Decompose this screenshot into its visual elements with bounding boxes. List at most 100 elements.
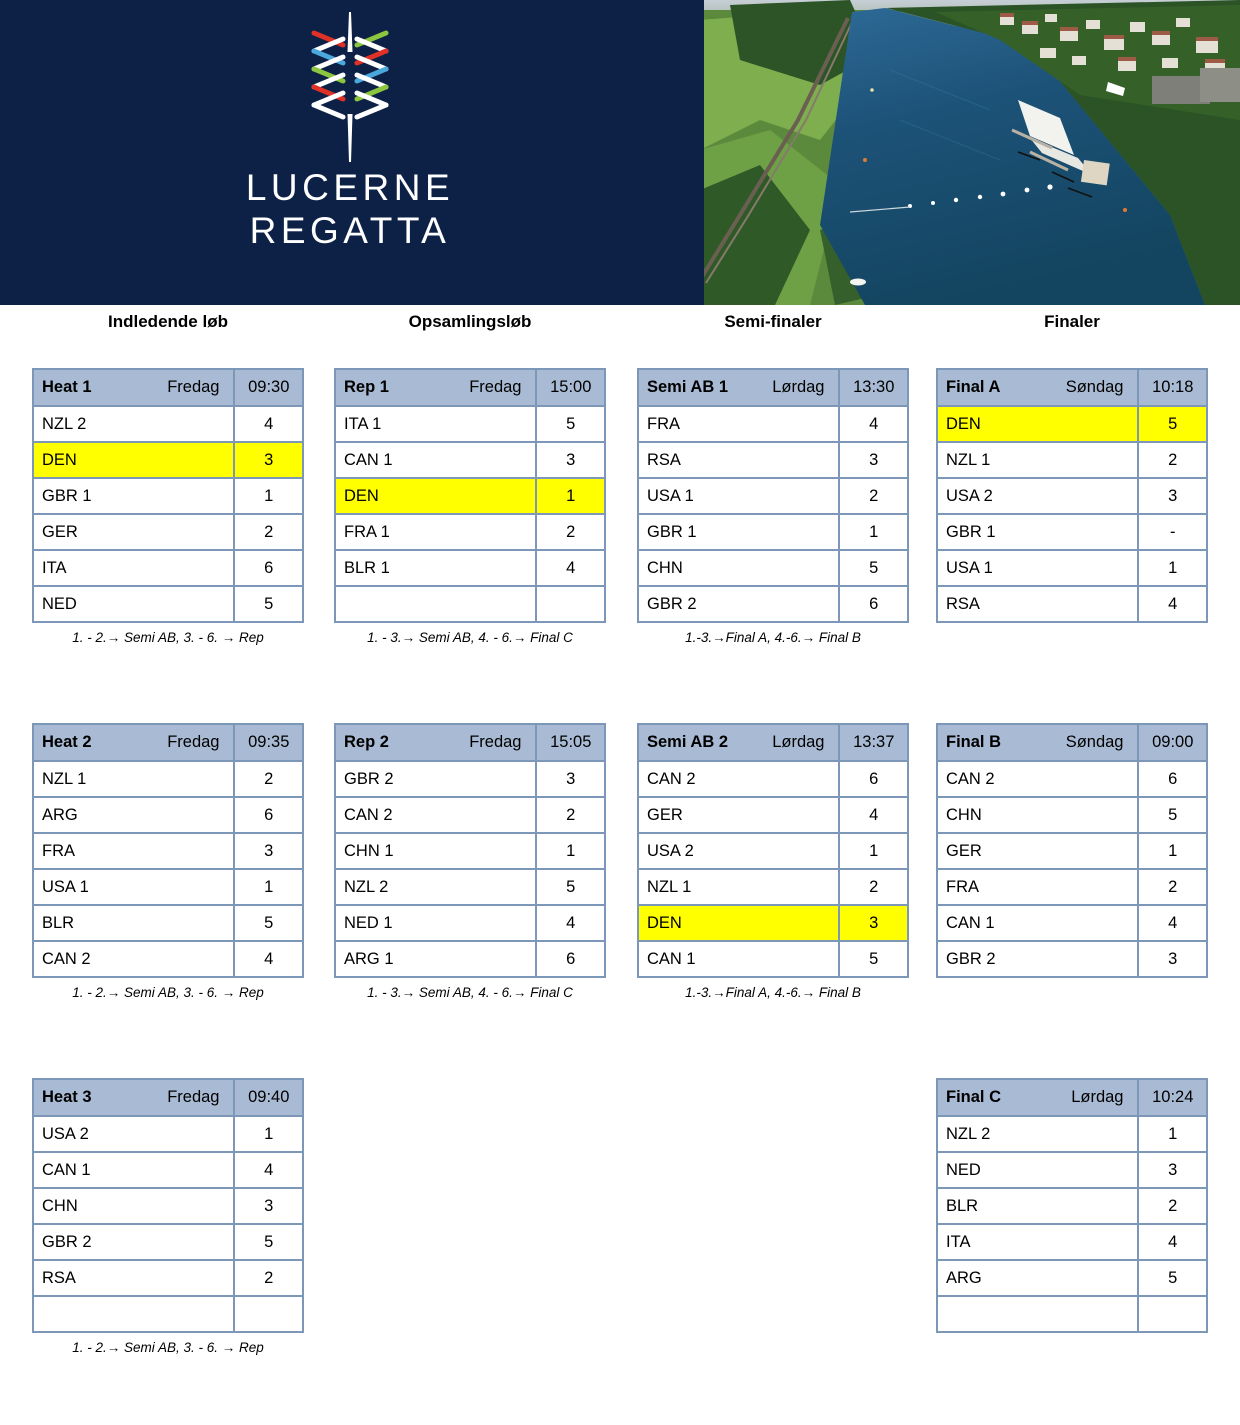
- race-title: Rep 1: [344, 378, 389, 396]
- race-header-title-cell: Heat 2 Fredag: [31, 723, 236, 762]
- table-row: RSA 2: [31, 1259, 304, 1297]
- race-table-semi-ab-2: Semi AB 2 Lørdag 13:37 CAN 2 6 GER 4 USA 2 1 NZL …: [636, 723, 909, 978]
- crew-placement-cell: 1: [1137, 1115, 1208, 1153]
- race-day: Lørdag: [772, 733, 825, 751]
- race-progression-footnote: 1. - 3.→ Semi AB, 4. - 6.→ Final C: [367, 630, 573, 645]
- crew-placement-cell: 3: [535, 441, 606, 479]
- race-header-title-cell: Rep 1 Fredag: [333, 368, 538, 407]
- table-row: GBR 25: [31, 1223, 304, 1261]
- table-row: GER 2: [31, 513, 304, 551]
- crew-placement-cell: 1: [1137, 549, 1208, 587]
- race-card-final-b: Final B Søndag 09:00 CAN 2 6 CHN 5 GER 1 FRA 2 CAN …: [935, 723, 1208, 985]
- race-header-row: Semi AB 2 Lørdag 13:37: [636, 723, 909, 762]
- crew-placement-cell: 1: [233, 477, 304, 515]
- race-header-row: Rep 1 Fredag 15:00: [333, 368, 606, 407]
- race-title: Final C: [946, 1088, 1002, 1106]
- table-row: GBR 11: [636, 513, 909, 551]
- crew-placement-cell: 4: [1137, 585, 1208, 623]
- crew-name-cell: NED: [31, 585, 236, 623]
- crew-placement-cell: 5: [535, 868, 606, 906]
- table-row: ITA 4: [935, 1223, 1208, 1261]
- crew-name-cell: ITA: [935, 1223, 1140, 1261]
- race-table-heat-2: Heat 2 Fredag 09:35 NZL 1 2 ARG 6 FRA 3 USA 1 1 BLR…: [31, 723, 304, 978]
- crew-name-cell: NZL 2: [935, 1115, 1140, 1153]
- crew-name-cell: DEN: [636, 904, 841, 942]
- crew-name-cell: DEN: [31, 441, 236, 479]
- table-row: ARG 6: [31, 796, 304, 834]
- section-title-finals: Finaler: [1044, 312, 1100, 331]
- table-row: FRA 2: [935, 868, 1208, 906]
- crew-name-cell: [333, 585, 538, 623]
- crew-placement-cell: 5: [233, 1223, 304, 1261]
- table-row: CAN 15: [636, 940, 909, 978]
- crew-name-cell: NED 1: [333, 904, 538, 942]
- crew-name-cell: BLR: [935, 1187, 1140, 1225]
- table-row: GER 1: [935, 832, 1208, 870]
- table-row: NZL 12: [935, 441, 1208, 479]
- table-row: ITA 15: [333, 405, 606, 443]
- table-row: NZL 25: [333, 868, 606, 906]
- table-row: NZL 24: [31, 405, 304, 443]
- table-row: GBR 11: [31, 477, 304, 515]
- crew-name-cell: USA 2: [935, 477, 1140, 515]
- crew-name-cell: GBR 1: [636, 513, 841, 551]
- crew-placement-cell: 1: [233, 1115, 304, 1153]
- race-title: Semi AB 1: [647, 378, 729, 396]
- table-row: NZL 21: [935, 1115, 1208, 1153]
- race-card-semi-ab-1: Semi AB 1 Lørdag 13:30 FRA 4 RSA 3 USA 1 2 GBR 11…: [636, 368, 909, 645]
- crew-name-cell: NZL 1: [636, 868, 841, 906]
- race-progression-footnote: 1.-3.→Final A, 4.-6.→ Final B: [685, 630, 861, 645]
- crew-placement-cell: 5: [233, 904, 304, 942]
- race-time: 09:35: [233, 723, 304, 762]
- crew-placement-cell: 3: [1137, 1151, 1208, 1189]
- crew-placement-cell: 4: [838, 796, 909, 834]
- race-progression-footnote: 1. - 2.→ Semi AB, 3. - 6. → Rep: [72, 1340, 264, 1355]
- crew-name-cell: CAN 1: [935, 904, 1140, 942]
- crew-placement-cell: -: [1137, 513, 1208, 551]
- race-progression-footnote: 1. - 2.→ Semi AB, 3. - 6. → Rep: [72, 630, 264, 645]
- section-title-semis: Semi-finaler: [724, 312, 822, 331]
- crew-name-cell: USA 1: [935, 549, 1140, 587]
- crew-name-cell: GER: [636, 796, 841, 834]
- table-row: RSA 4: [935, 585, 1208, 623]
- banner-photo-panel: [700, 0, 1240, 305]
- crew-name-cell: ARG 1: [333, 940, 538, 978]
- race-header-row: Final C Lørdag 10:24: [935, 1078, 1208, 1117]
- crew-name-cell: ITA: [31, 549, 236, 587]
- crew-name-cell: CAN 2: [935, 760, 1140, 798]
- crew-name-cell: CAN 1: [636, 940, 841, 978]
- race-title: Heat 2: [42, 733, 92, 751]
- race-header-title-cell: Heat 3 Fredag: [31, 1078, 236, 1117]
- race-time: 10:24: [1137, 1078, 1208, 1117]
- race-card-heat-2: Heat 2 Fredag 09:35 NZL 1 2 ARG 6 FRA 3 USA 1 1 BLR…: [31, 723, 304, 1000]
- race-title: Semi AB 2: [647, 733, 729, 751]
- crew-name-cell: FRA: [636, 405, 841, 443]
- race-time: 09:00: [1137, 723, 1208, 762]
- crew-name-cell: CAN 2: [636, 760, 841, 798]
- race-card-semi-ab-2: Semi AB 2 Lørdag 13:37 CAN 2 6 GER 4 USA 2 1 NZL …: [636, 723, 909, 1000]
- race-table-heat-3: Heat 3 Fredag 09:40 USA 2 1 CAN 1 4 CHN 3 GBR 25R…: [31, 1078, 304, 1333]
- race-table-final-c: Final C Lørdag 10:24 NZL 2 1 NED 3 BLR 2 ITA 4 ARG 5: [935, 1078, 1208, 1333]
- race-time: 13:37: [838, 723, 909, 762]
- crew-name-cell: FRA: [31, 832, 236, 870]
- crew-name-cell: FRA: [935, 868, 1140, 906]
- table-row: ARG 16: [333, 940, 606, 978]
- crew-placement-cell: [535, 585, 606, 623]
- crew-placement-cell: 6: [535, 940, 606, 978]
- aerial-photo-rotsee-rowing-course-image: [700, 0, 1240, 305]
- crew-placement-cell: 6: [1137, 760, 1208, 798]
- crew-name-cell: NZL 1: [31, 760, 236, 798]
- table-row: ARG 5: [935, 1259, 1208, 1297]
- crew-placement-cell: 2: [233, 513, 304, 551]
- crew-name-cell: NZL 2: [333, 868, 538, 906]
- race-card-rep-1: Rep 1 Fredag 15:00 ITA 1 5 CAN 1 3 DEN 1 FRA 1 2 BL…: [333, 368, 606, 645]
- table-row: CAN 14: [31, 1151, 304, 1189]
- race-progression-footnote: 1. - 3.→ Semi AB, 4. - 6.→ Final C: [367, 985, 573, 1000]
- race-day: Fredag: [167, 1088, 220, 1106]
- crew-placement-cell: 3: [1137, 940, 1208, 978]
- crew-placement-cell: 6: [233, 549, 304, 587]
- crew-name-cell: RSA: [935, 585, 1140, 623]
- crew-name-cell: CHN: [31, 1187, 236, 1225]
- crew-placement-cell: 4: [233, 940, 304, 978]
- table-row: USA 12: [636, 477, 909, 515]
